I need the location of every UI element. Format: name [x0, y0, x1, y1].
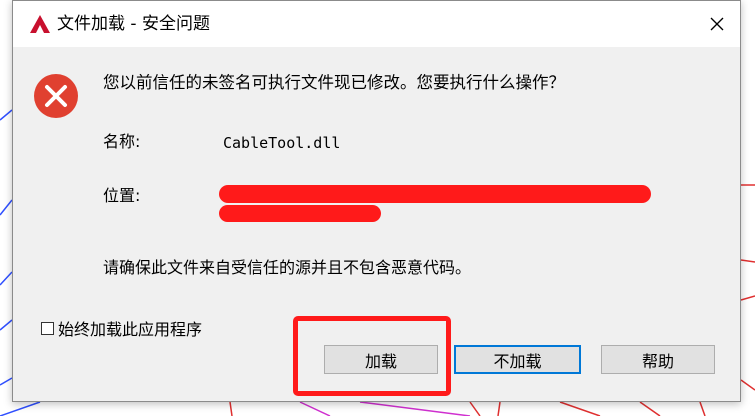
security-dialog: 文件加载 - 安全问题 您以前信任的未签名可执行文件现已修改。您要执行什么操作？… [12, 0, 741, 402]
name-value: CableTool.dll [223, 134, 341, 152]
name-label: 名称: [103, 132, 141, 151]
always-load-checkbox[interactable] [41, 321, 54, 335]
dialog-title: 文件加载 - 安全问题 [57, 14, 210, 34]
help-button[interactable]: 帮助 [601, 345, 715, 374]
error-x-icon [34, 74, 78, 118]
load-button[interactable]: 加载 [324, 345, 438, 374]
title-bar[interactable]: 文件加载 - 安全问题 [13, 1, 740, 47]
close-button[interactable] [694, 1, 740, 47]
question-text: 您以前信任的未签名可执行文件现已修改。您要执行什么操作？ [103, 73, 565, 92]
trust-note: 请确保此文件来自受信任的源并且不包含恶意代码。 [103, 258, 472, 277]
do-not-load-button[interactable]: 不加载 [454, 345, 581, 374]
always-load-label: 始终加载此应用程序 [58, 320, 203, 339]
redaction-mark [219, 205, 381, 222]
always-load-option[interactable]: 始终加载此应用程序 [41, 316, 202, 340]
close-icon [710, 17, 724, 31]
autocad-logo-icon [30, 15, 50, 33]
redaction-mark [219, 185, 651, 203]
location-label: 位置: [103, 186, 141, 205]
